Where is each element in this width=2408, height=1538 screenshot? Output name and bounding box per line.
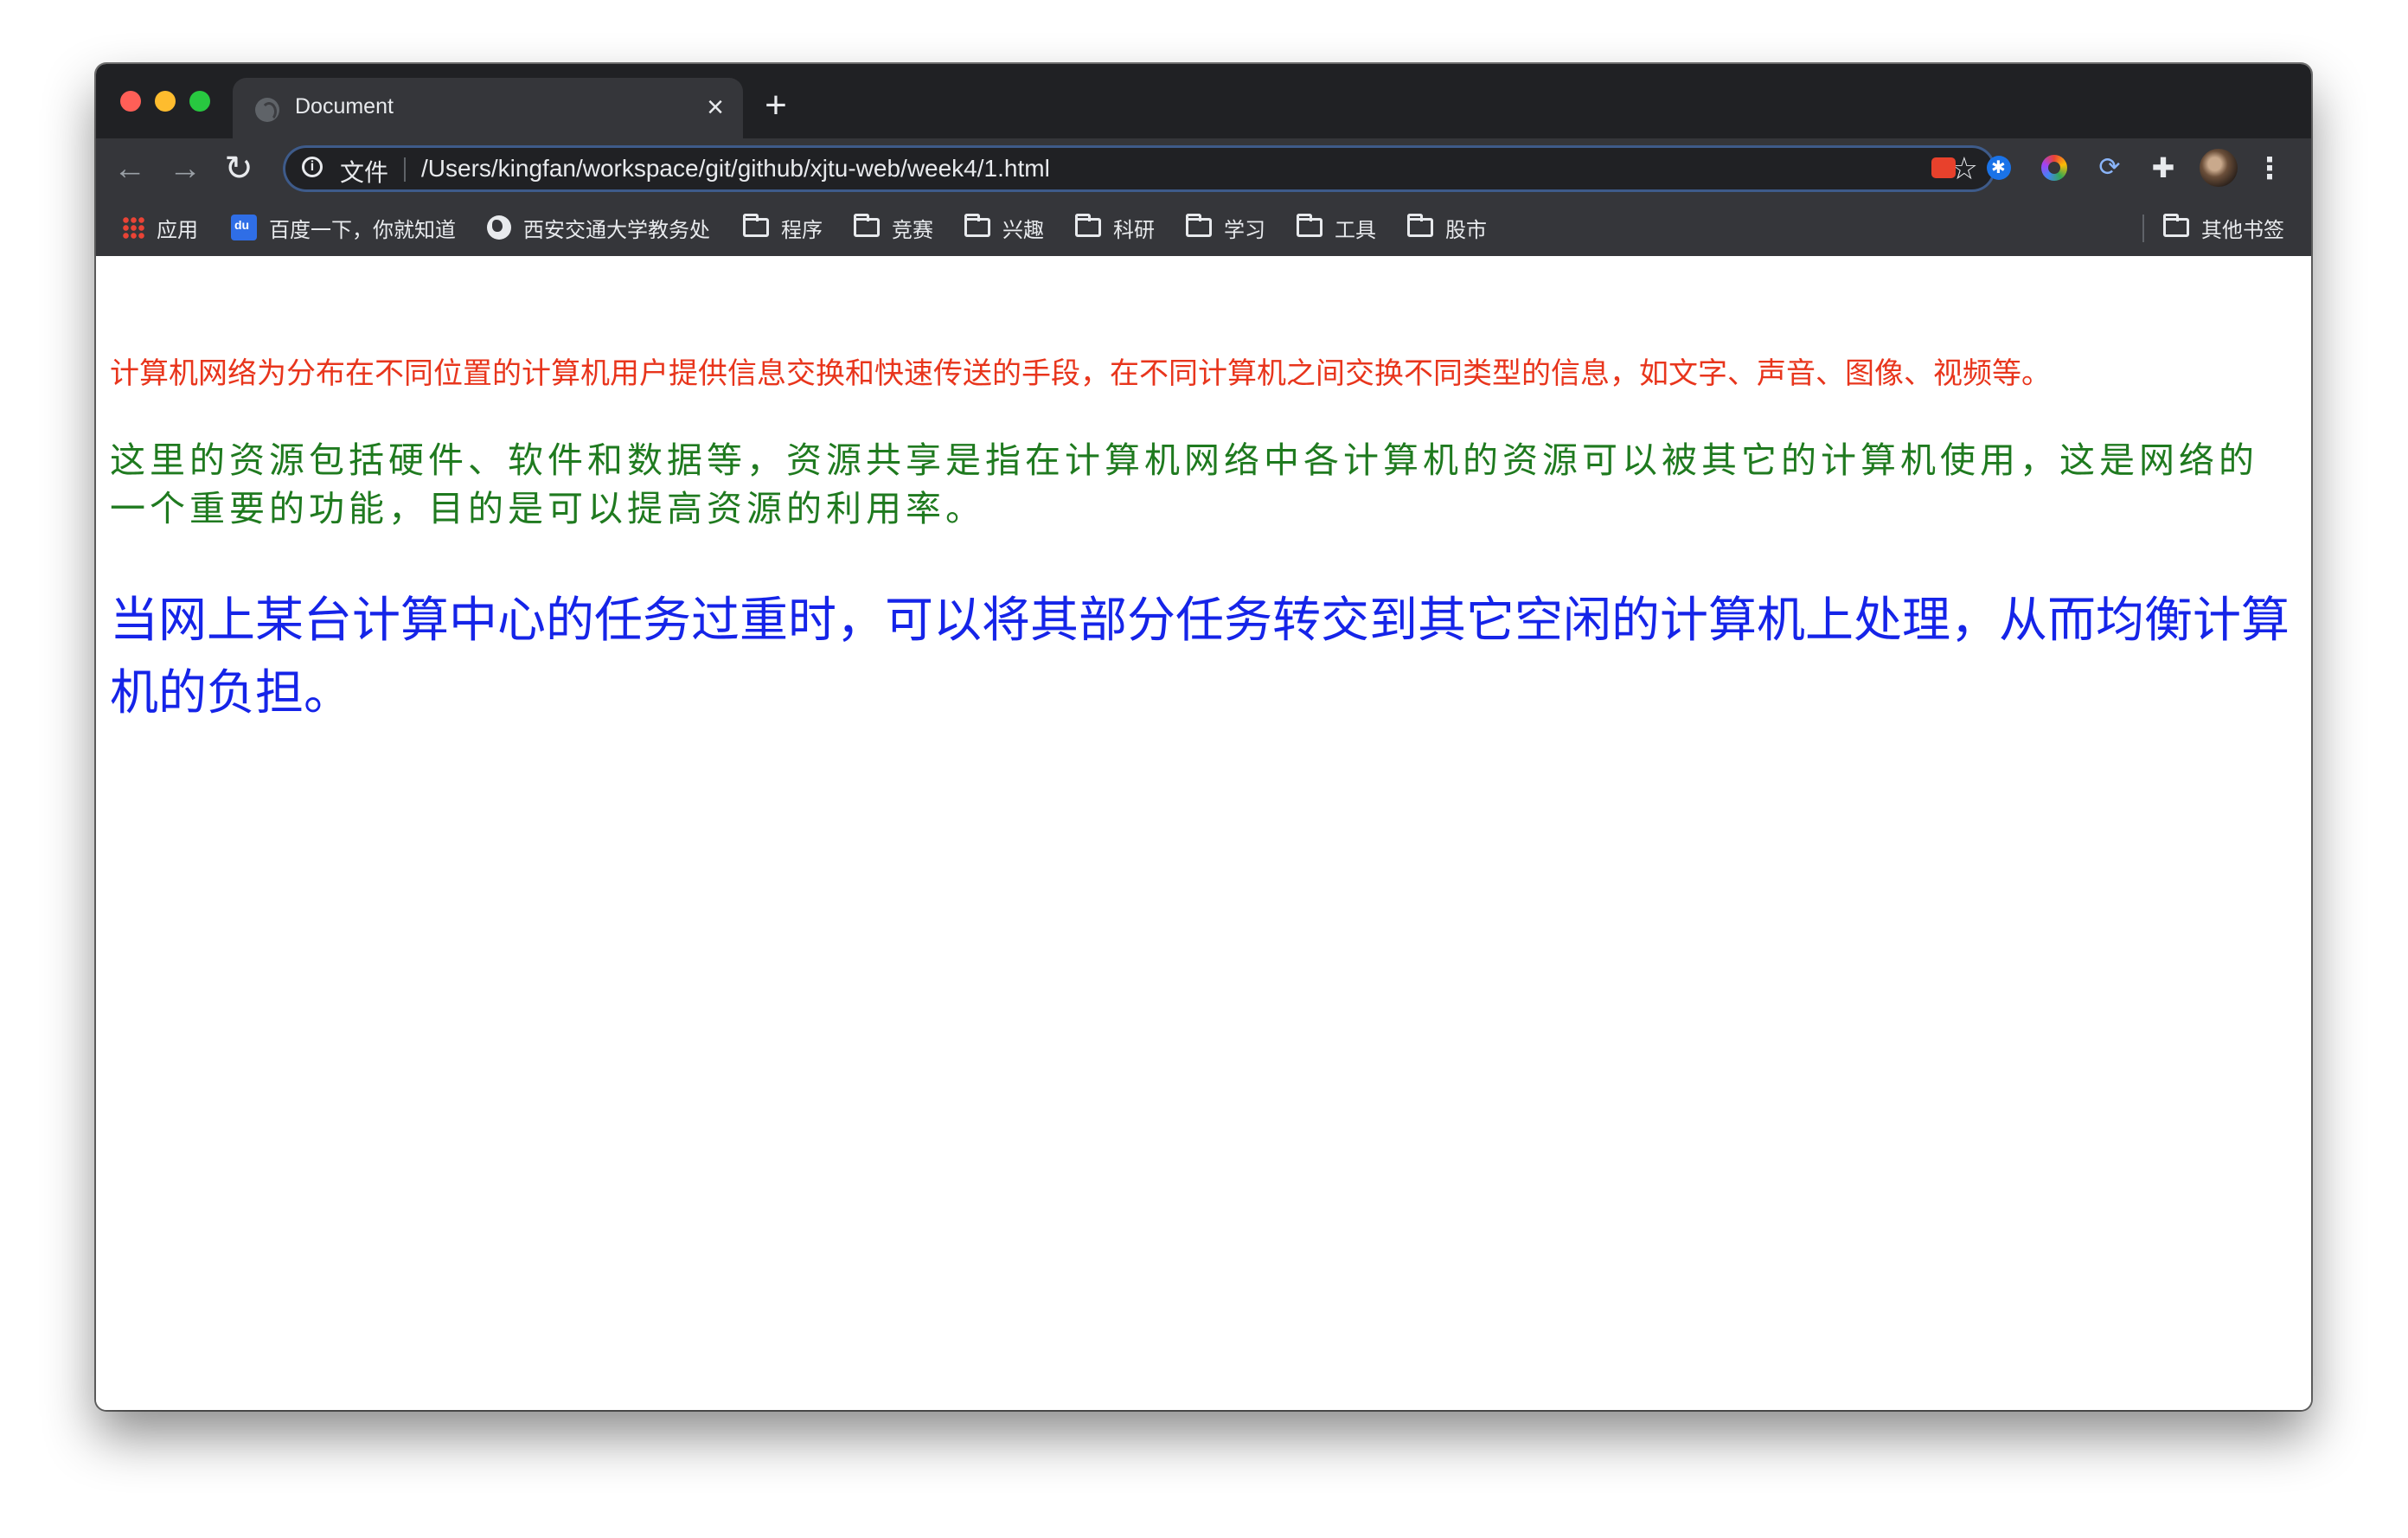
tab-title: Document <box>295 94 394 119</box>
bookmark-baidu[interactable]: 百度一下，你就知道 <box>231 213 456 242</box>
omnibox-divider <box>404 157 406 182</box>
folder-icon <box>1297 214 1322 237</box>
folder-icon <box>1186 214 1212 237</box>
bookmark-label: 股市 <box>1445 218 1487 242</box>
globe-icon <box>487 215 511 240</box>
extensions-puzzle-icon[interactable]: ✚ <box>2146 151 2181 185</box>
globe-icon <box>255 98 279 122</box>
bookmark-folder-contest[interactable]: 竞赛 <box>854 213 933 242</box>
extension-red-icon[interactable] <box>1926 151 1961 185</box>
folder-icon <box>1407 214 1433 237</box>
bookmark-label: 学习 <box>1224 218 1265 242</box>
window-maximize-button[interactable] <box>189 91 210 112</box>
folder-icon <box>2163 214 2189 237</box>
extension-color-ring-icon[interactable] <box>2037 151 2072 185</box>
bookmark-folder-tools[interactable]: 工具 <box>1297 213 1376 242</box>
paragraph-red: 计算机网络为分布在不同位置的计算机用户提供信息交换和快速传送的手段，在不同计算机… <box>110 356 2051 391</box>
bookmark-label: 应用 <box>157 218 198 242</box>
extension-blue-icon[interactable] <box>1982 151 2016 185</box>
bookmark-label: 西安交通大学教务处 <box>523 218 710 242</box>
bookmark-folder-programs[interactable]: 程序 <box>743 213 823 242</box>
folder-icon <box>964 214 990 237</box>
bookmark-label: 其他书签 <box>2201 218 2284 242</box>
bookmark-label: 工具 <box>1335 218 1376 242</box>
window-close-button[interactable] <box>120 91 141 112</box>
profile-avatar[interactable] <box>2200 149 2238 187</box>
folder-icon <box>854 214 880 237</box>
bookmark-folder-stocks[interactable]: 股市 <box>1407 213 1487 242</box>
browser-toolbar: ← → ↻ i 文件 /Users/kingfan/workspace/git/… <box>96 138 2311 254</box>
window-minimize-button[interactable] <box>155 91 176 112</box>
bookmark-label: 竞赛 <box>892 218 933 242</box>
baidu-icon <box>231 215 257 240</box>
bookmark-apps[interactable]: 应用 <box>122 213 198 242</box>
address-bar[interactable]: i 文件 /Users/kingfan/workspace/git/github… <box>283 145 1995 192</box>
bookmark-folder-study[interactable]: 学习 <box>1186 213 1265 242</box>
bookmark-label: 百度一下，你就知道 <box>269 218 456 242</box>
forward-arrow-icon[interactable]: → <box>165 149 205 189</box>
folder-icon <box>1075 214 1101 237</box>
tab-document[interactable]: Document × <box>233 78 743 138</box>
paragraph-green: 这里的资源包括硬件、软件和数据等，资源共享是指在计算机网络中各计算机的资源可以被… <box>110 439 2258 529</box>
bookmark-other-folder[interactable]: 其他书签 <box>2163 213 2284 242</box>
bookmark-label: 兴趣 <box>1002 218 1044 242</box>
bookmark-folder-interest[interactable]: 兴趣 <box>964 213 1044 242</box>
apps-grid-icon <box>122 216 144 239</box>
back-arrow-icon[interactable]: ← <box>110 149 150 189</box>
close-icon[interactable]: × <box>698 90 733 125</box>
bookmark-xjtu[interactable]: 西安交通大学教务处 <box>487 213 710 242</box>
browser-window: Document × + ← → ↻ i 文件 /Users/kingfan/w… <box>96 64 2311 1410</box>
bookmarks-bar: 应用 百度一下，你就知道 西安交通大学教务处 程序 竞赛 兴趣 科研 学习 <box>96 199 2311 257</box>
scheme-label: 文件 <box>340 159 389 186</box>
url-text[interactable]: /Users/kingfan/workspace/git/github/xjtu… <box>421 155 1050 183</box>
reload-icon[interactable]: ↻ <box>219 149 259 189</box>
extension-sync-icon[interactable]: ⟳ <box>2092 151 2127 185</box>
paragraph-blue: 当网上某台计算中心的任务过重时，可以将其部分任务转交到其它空闲的计算机上处理，从… <box>110 593 2290 721</box>
tab-strip: Document × + <box>96 64 2311 138</box>
folder-icon <box>743 214 769 237</box>
page-content: 计算机网络为分布在不同位置的计算机用户提供信息交换和快速传送的手段，在不同计算机… <box>96 256 2311 1410</box>
new-tab-button[interactable]: + <box>759 87 793 125</box>
bookmark-label: 科研 <box>1113 218 1155 242</box>
more-menu-icon[interactable]: ⋮ <box>2255 149 2284 189</box>
bookmarks-divider <box>2142 215 2144 242</box>
bookmark-folder-research[interactable]: 科研 <box>1075 213 1155 242</box>
info-icon[interactable]: i <box>302 157 323 177</box>
bookmark-label: 程序 <box>781 218 823 242</box>
